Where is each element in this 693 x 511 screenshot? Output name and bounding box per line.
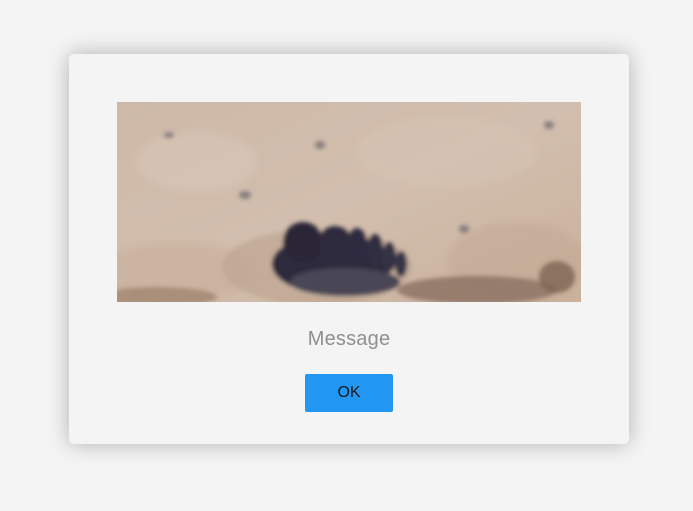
dialog-message: Message bbox=[307, 328, 391, 350]
page-background: Message OK bbox=[0, 0, 693, 511]
message-dialog: Message OK bbox=[69, 54, 629, 444]
ok-button[interactable]: OK bbox=[305, 374, 393, 412]
dialog-image bbox=[117, 102, 581, 302]
footprint-in-sand-image bbox=[117, 102, 581, 302]
